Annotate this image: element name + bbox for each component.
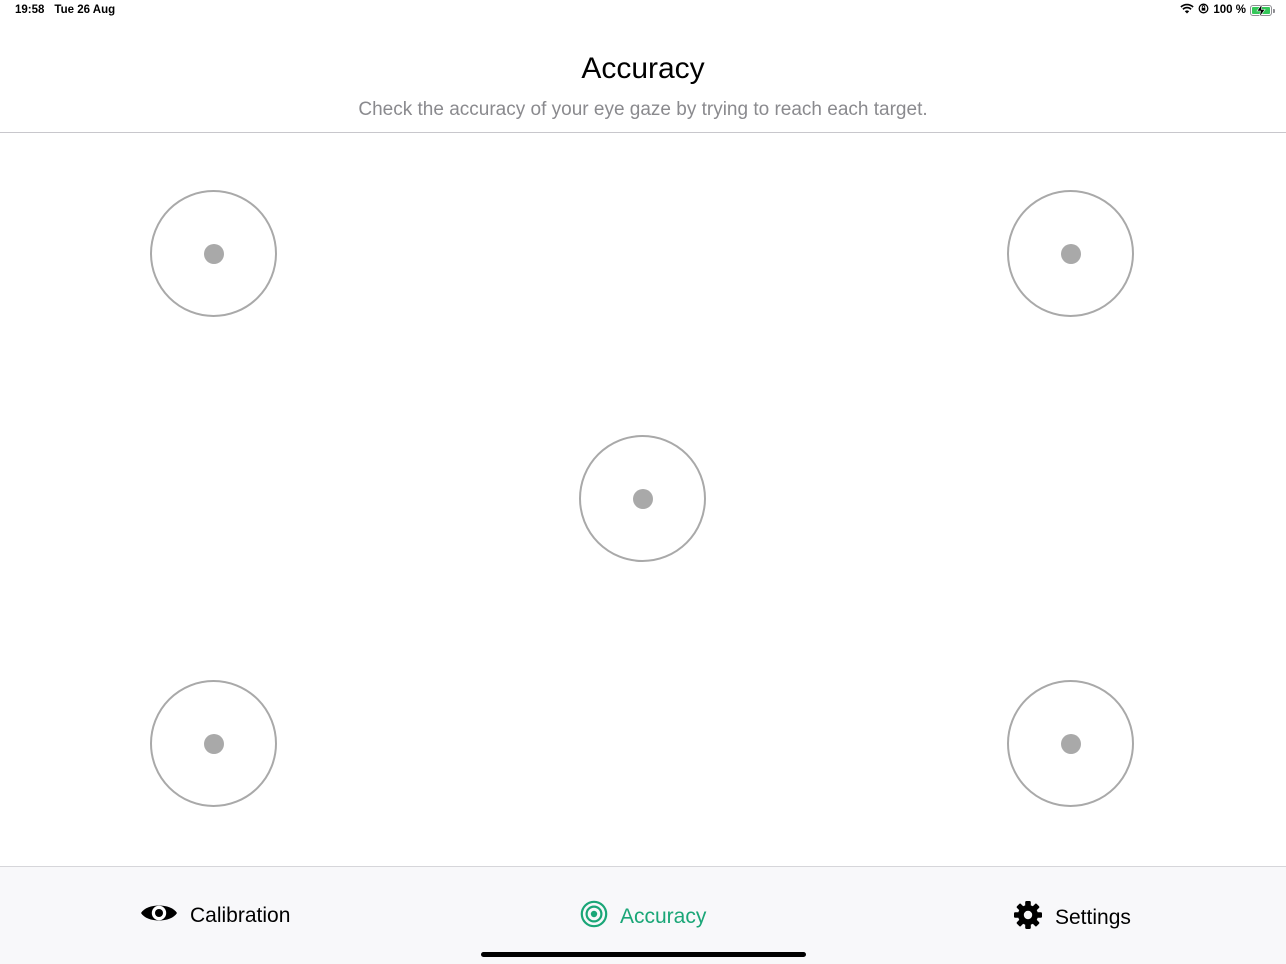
status-bar: 19:58 Tue 26 Aug 100 %: [0, 0, 1286, 22]
target-center[interactable]: [579, 435, 706, 562]
battery-label: 100 %: [1213, 4, 1246, 16]
target-dot: [203, 733, 224, 754]
orientation-lock-icon: [1198, 3, 1209, 17]
home-indicator[interactable]: [481, 952, 806, 957]
target-dot: [1060, 243, 1081, 264]
target-icon: [580, 900, 608, 934]
tab-label-settings: Settings: [1055, 906, 1131, 929]
status-left: 19:58 Tue 26 Aug: [15, 4, 115, 16]
tab-label-calibration: Calibration: [190, 904, 291, 927]
target-dot: [1060, 733, 1081, 754]
target-dot: [203, 243, 224, 264]
target-top-right[interactable]: [1007, 190, 1134, 317]
tab-settings[interactable]: Settings: [1013, 900, 1131, 936]
tab-label-accuracy: Accuracy: [620, 905, 707, 928]
target-bottom-left[interactable]: [150, 680, 277, 807]
target-area: [0, 133, 1286, 866]
page-title: Accuracy: [581, 52, 705, 85]
tab-bar: Calibration Accuracy Settings: [0, 866, 1286, 964]
accuracy-screen: 19:58 Tue 26 Aug 100 % Accuracy Check th…: [0, 0, 1286, 964]
status-right: 100 %: [1180, 3, 1275, 17]
battery-charging-icon: [1250, 3, 1275, 17]
tab-accuracy[interactable]: Accuracy: [580, 900, 706, 934]
header: Accuracy Check the accuracy of your eye …: [0, 22, 1286, 133]
target-top-left[interactable]: [150, 190, 277, 317]
tab-calibration[interactable]: Calibration: [140, 900, 290, 932]
status-time: 19:58: [15, 4, 45, 16]
wifi-icon: [1180, 3, 1195, 17]
status-date: Tue 26 Aug: [54, 4, 116, 16]
target-dot: [632, 488, 653, 509]
gear-icon: [1013, 900, 1043, 936]
target-bottom-right[interactable]: [1007, 680, 1134, 807]
eye-icon: [140, 900, 178, 932]
page-subtitle: Check the accuracy of your eye gaze by t…: [358, 99, 928, 120]
